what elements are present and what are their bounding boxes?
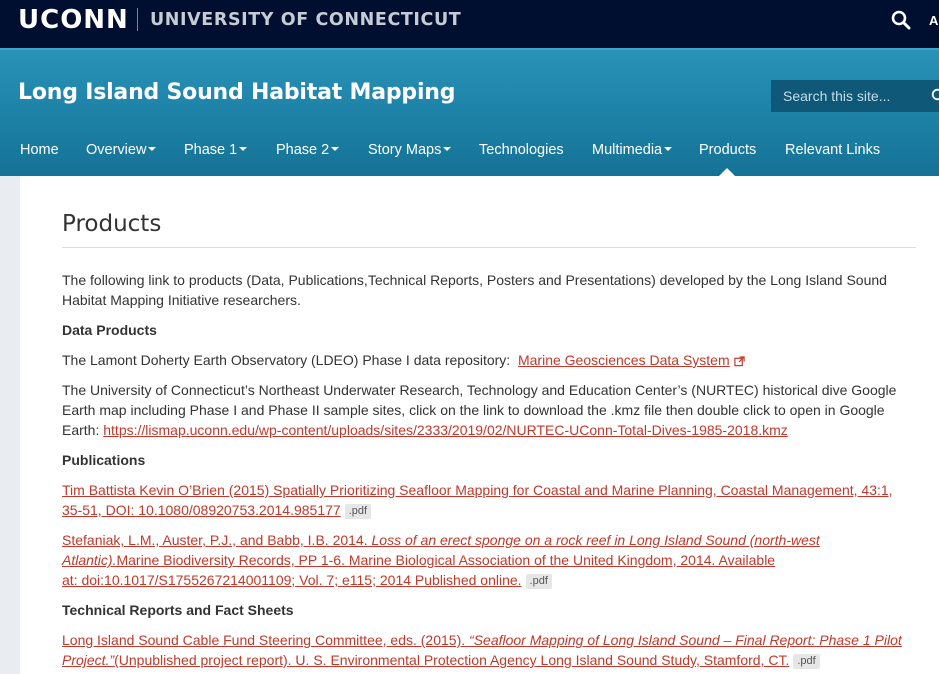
university-name-link[interactable]: UNIVERSITY OF CONNECTICUT [150, 10, 461, 30]
ldeo-paragraph: The Lamont Doherty Earth Observatory (LD… [62, 350, 922, 370]
title-divider [62, 247, 916, 248]
pdf-badge: .pdf [793, 653, 820, 669]
publication-item: Tim Battista Kevin O’Brien (2015) Spatia… [62, 480, 922, 520]
pdf-badge: .pdf [344, 503, 372, 519]
technical-report-link[interactable]: Long Island Sound Cable Fund Steering Co… [62, 632, 902, 668]
nav-home[interactable]: Home [20, 142, 59, 158]
a-z-index-link[interactable]: A [929, 13, 938, 28]
pdf-badge: .pdf [525, 573, 552, 589]
header-divider [137, 8, 138, 31]
nurtec-kmz-link[interactable]: https://lismap.uconn.edu/wp-content/uplo… [103, 422, 788, 438]
caret-down-icon [331, 147, 340, 152]
nurtec-paragraph: The University of Connecticut’s Northeas… [62, 382, 897, 438]
intro-paragraph: The following link to products (Data, Pu… [62, 272, 887, 308]
site-search-box [771, 80, 939, 112]
nav-phase-2[interactable]: Phase 2 [276, 142, 340, 158]
publication-link-continued[interactable]: 35-51, DOI: 10.1080/08920753.2014.985177 [62, 502, 341, 518]
university-header-bar [0, 0, 939, 48]
publications-heading: Publications [62, 452, 146, 468]
technical-reports-heading: Technical Reports and Fact Sheets [62, 602, 294, 618]
search-icon[interactable] [891, 10, 911, 30]
nav-story-maps[interactable]: Story Maps [368, 142, 452, 158]
technical-report-item: Long Island Sound Cable Fund Steering Co… [62, 630, 922, 670]
caret-down-icon [148, 147, 157, 152]
data-products-heading: Data Products [62, 322, 157, 338]
publication-link[interactable]: Tim Battista Kevin O’Brien (2015) Spatia… [62, 482, 893, 498]
caret-down-icon [664, 147, 673, 152]
publication-link[interactable]: Stefaniak, L.M., Auster, P.J., and Babb,… [62, 532, 820, 588]
publication-item: Stefaniak, L.M., Auster, P.J., and Babb,… [62, 530, 922, 590]
uconn-logo[interactable]: UCONN [18, 5, 129, 35]
caret-down-icon [239, 147, 248, 152]
search-icon[interactable] [931, 88, 939, 104]
nav-relevant-links[interactable]: Relevant Links [785, 142, 880, 158]
active-nav-indicator [719, 168, 735, 176]
page-title: Products [62, 211, 162, 237]
site-title[interactable]: Long Island Sound Habitat Mapping [18, 80, 456, 105]
site-search-input[interactable] [771, 80, 931, 112]
main-navigation: Home Overview Phase 1 Phase 2 Story Maps… [0, 130, 939, 170]
nav-products[interactable]: Products [699, 142, 756, 158]
nav-phase-1[interactable]: Phase 1 [184, 142, 248, 158]
nav-multimedia[interactable]: Multimedia [592, 142, 673, 158]
marine-geosciences-link[interactable]: Marine Geosciences Data System [518, 352, 730, 368]
banner-stripe [0, 48, 939, 50]
external-link-icon [733, 356, 745, 367]
nav-overview[interactable]: Overview [86, 142, 157, 158]
caret-down-icon [443, 147, 452, 152]
nav-technologies[interactable]: Technologies [479, 142, 564, 158]
